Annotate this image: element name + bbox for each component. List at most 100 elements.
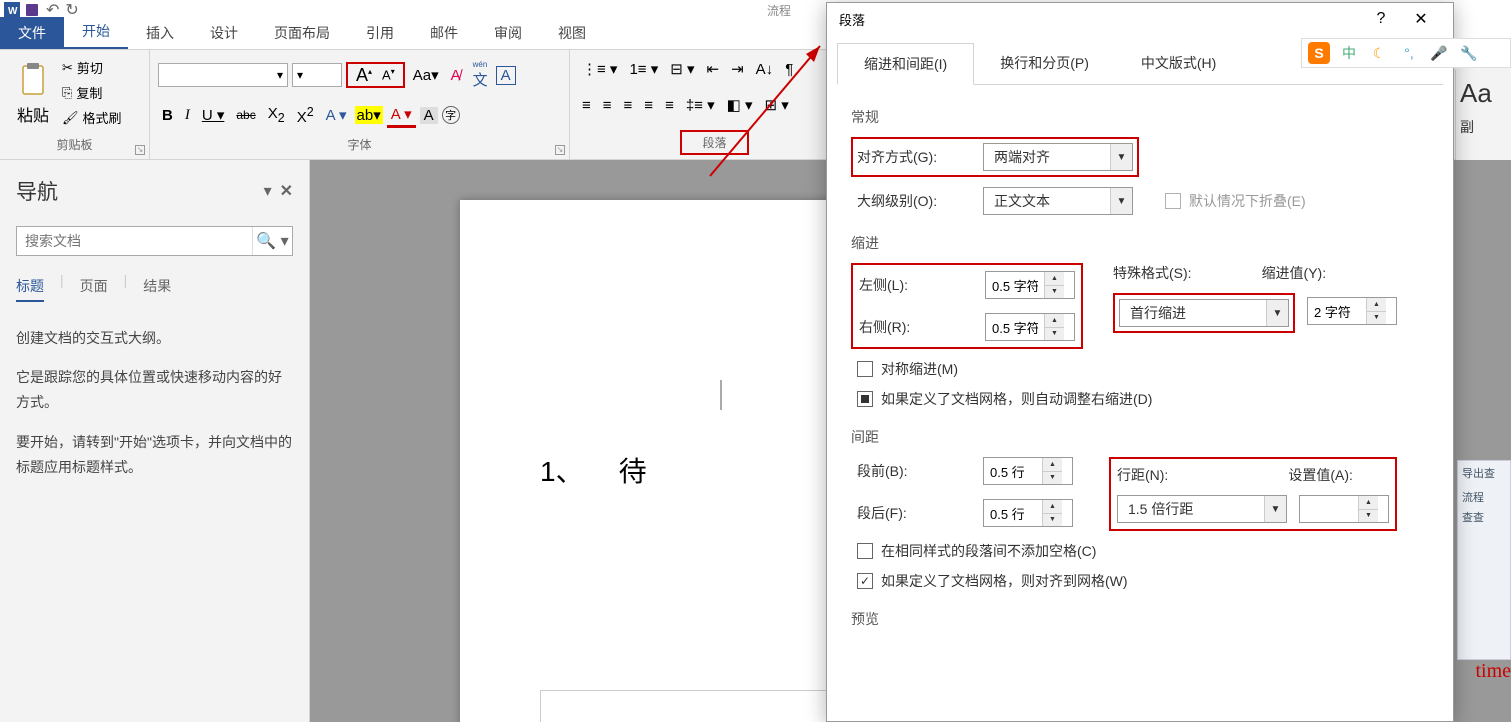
no-space-checkbox[interactable]: 在相同样式的段落间不添加空格(C) [857,541,1429,561]
close-button[interactable]: ✕ [1401,3,1441,35]
search-input[interactable] [17,227,252,255]
save-icon[interactable] [24,2,40,18]
dialog-tab-linepage[interactable]: 换行和分页(P) [974,43,1115,84]
sogou-icon[interactable]: S [1308,42,1330,64]
tab-review[interactable]: 审阅 [476,17,540,49]
spinner-down-icon[interactable]: ▼ [1358,510,1378,523]
distributed-button[interactable]: ≡ [661,95,678,116]
spacing-at-input[interactable] [1300,496,1358,522]
outline-combo[interactable]: 正文文本 ▼ [983,187,1133,215]
tab-references[interactable]: 引用 [348,17,412,49]
moon-icon[interactable]: ☾ [1368,42,1390,64]
character-shading-button[interactable]: A [420,107,438,124]
tab-insert[interactable]: 插入 [128,17,192,49]
spinner-down-icon[interactable]: ▼ [1042,472,1062,485]
enclose-characters-button[interactable]: 字 [442,106,460,124]
shading-button[interactable]: ◧ ▾ [723,94,757,116]
space-after-input[interactable] [984,500,1042,526]
numbering-button[interactable]: 1≡ ▾ [625,58,662,80]
format-painter-button[interactable]: 🖌格式刷 [62,108,122,127]
chevron-down-icon[interactable]: ▼ [1110,188,1132,214]
font-dialog-launcher[interactable]: ↘ [555,145,565,155]
font-name-combo[interactable]: ▾ [158,63,288,87]
search-button[interactable]: 🔍 ▾ [252,227,292,255]
change-case-button[interactable]: Aa▾ [409,64,443,86]
shrink-font-button[interactable]: A▾ [378,65,399,84]
tab-file[interactable]: 文件 [0,17,64,49]
special-format-combo[interactable]: 首行缩进 ▼ [1119,299,1289,327]
decrease-indent-button[interactable]: ⇤ [703,58,724,80]
spinner-up-icon[interactable]: ▲ [1366,298,1386,312]
alignment-combo[interactable]: 两端对齐 ▼ [983,143,1133,171]
line-spacing-button[interactable]: ‡≡ ▾ [682,94,719,116]
show-marks-button[interactable]: ¶ [781,59,797,80]
chevron-down-icon[interactable]: ▼ [1266,300,1288,326]
spinner-up-icon[interactable]: ▲ [1042,500,1062,514]
underline-button[interactable]: U ▾ [198,104,229,126]
indent-right-spinner[interactable]: ▲▼ [985,313,1075,341]
paste-button[interactable]: 粘贴 [8,54,58,134]
nav-dropdown-icon[interactable]: ▾ [264,181,272,201]
align-left-button[interactable]: ≡ [578,95,595,116]
spinner-down-icon[interactable]: ▼ [1366,312,1386,325]
highlight-button[interactable]: ab▾ [355,106,383,124]
tab-view[interactable]: 视图 [540,17,604,49]
close-icon[interactable]: ✕ [280,181,293,201]
dialog-tab-chinese[interactable]: 中文版式(H) [1115,43,1242,84]
nav-tab-pages[interactable]: 页面 [80,272,108,302]
spinner-down-icon[interactable]: ▼ [1044,328,1064,341]
spinner-down-icon[interactable]: ▼ [1042,514,1062,527]
indent-by-spinner[interactable]: ▲▼ [1307,297,1397,325]
align-center-button[interactable]: ≡ [599,95,616,116]
mirror-indent-checkbox[interactable]: 对称缩进(M) [857,359,1429,379]
increase-indent-button[interactable]: ⇥ [727,58,748,80]
auto-adjust-checkbox[interactable]: 如果定义了文档网格，则自动调整右缩进(D) [857,389,1429,409]
justify-button[interactable]: ≡ [640,95,657,116]
multilevel-list-button[interactable]: ⊟ ▾ [666,58,698,80]
phonetic-guide-button[interactable]: wén文 [469,58,492,92]
chevron-down-icon[interactable]: ▼ [1110,144,1132,170]
indent-left-input[interactable] [986,272,1044,298]
italic-button[interactable]: I [181,105,194,126]
spinner-up-icon[interactable]: ▲ [1042,458,1062,472]
nav-tab-results[interactable]: 结果 [143,272,171,302]
spinner-down-icon[interactable]: ▼ [1044,286,1064,299]
clear-formatting-button[interactable]: A̸ [447,65,465,86]
spinner-up-icon[interactable]: ▲ [1044,272,1064,286]
indent-by-input[interactable] [1308,298,1366,324]
punct-icon[interactable]: °, [1398,42,1420,64]
tab-mailings[interactable]: 邮件 [412,17,476,49]
space-before-input[interactable] [984,458,1042,484]
font-color-button[interactable]: A ▾ [387,103,416,128]
align-right-button[interactable]: ≡ [620,95,637,116]
space-after-spinner[interactable]: ▲▼ [983,499,1073,527]
chevron-down-icon[interactable]: ▼ [1264,496,1286,522]
character-border-button[interactable]: A [496,66,516,85]
wrench-icon[interactable]: 🔧 [1458,42,1480,64]
strikethrough-button[interactable]: abc [232,106,259,124]
dialog-tab-indent[interactable]: 缩进和间距(I) [837,43,974,85]
space-before-spinner[interactable]: ▲▼ [983,457,1073,485]
spinner-up-icon[interactable]: ▲ [1358,496,1378,510]
help-button[interactable]: ? [1361,3,1401,35]
superscript-button[interactable]: X2 [293,103,318,128]
line-spacing-combo[interactable]: 1.5 倍行距 ▼ [1117,495,1287,523]
cut-button[interactable]: ✂剪切 [62,58,122,77]
clipboard-dialog-launcher[interactable]: ↘ [135,145,145,155]
indent-right-input[interactable] [986,314,1044,340]
tab-home[interactable]: 开始 [64,15,128,49]
subscript-button[interactable]: X2 [264,103,289,127]
borders-button[interactable]: ⊞ ▾ [761,94,793,116]
bold-button[interactable]: B [158,105,177,126]
spinner-up-icon[interactable]: ▲ [1044,314,1064,328]
tab-layout[interactable]: 页面布局 [256,17,348,49]
copy-button[interactable]: ⎘复制 [62,83,122,102]
font-size-combo[interactable]: ▾ [292,63,342,87]
mic-icon[interactable]: 🎤 [1428,42,1450,64]
chevron-down-icon[interactable]: ▾ [277,68,283,82]
indent-left-spinner[interactable]: ▲▼ [985,271,1075,299]
tab-design[interactable]: 设计 [192,17,256,49]
nav-tab-headings[interactable]: 标题 [16,272,44,302]
bullets-button[interactable]: ⋮≡ ▾ [578,58,621,80]
ime-lang-button[interactable]: 中 [1338,42,1360,64]
